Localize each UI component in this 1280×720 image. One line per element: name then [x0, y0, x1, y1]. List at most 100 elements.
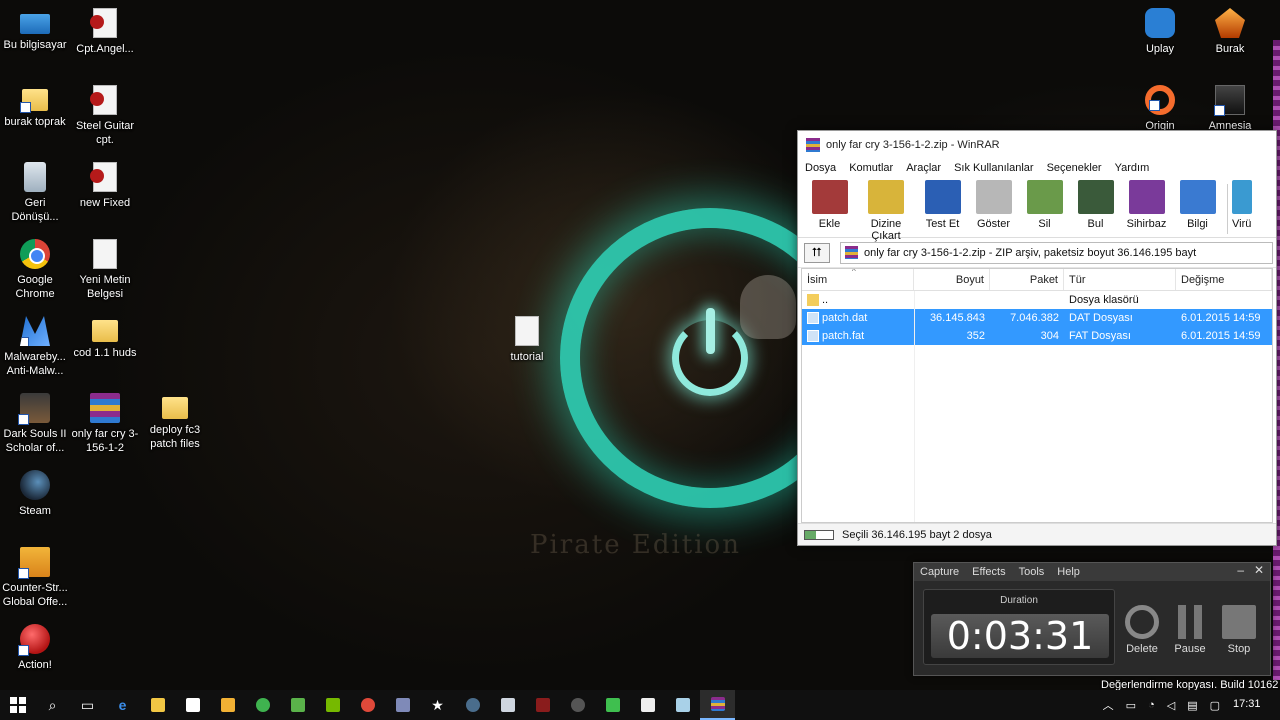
desktop-icon-action[interactable]: Action!: [0, 624, 70, 672]
taskbar-steam[interactable]: [455, 690, 490, 720]
desktop-icon-cod-huds[interactable]: cod 1.1 huds: [70, 316, 140, 360]
toolbar-test-button[interactable]: Test Et: [917, 180, 968, 230]
taskbar-nvidia[interactable]: [315, 690, 350, 720]
desktop-icon-malwarebytes[interactable]: Malwareby... Anti-Malw...: [0, 316, 70, 378]
taskbar-notepad[interactable]: [280, 690, 315, 720]
toolbar-virus-button[interactable]: Virü: [1232, 180, 1262, 230]
taskbar-clock[interactable]: 17:31: [1233, 698, 1261, 710]
close-icon[interactable]: ✕: [1254, 563, 1264, 577]
folder-icon: [150, 698, 165, 712]
taskbar-drum-app[interactable]: [595, 690, 630, 720]
taskbar-edge[interactable]: e: [105, 690, 140, 720]
taskbar-app-green[interactable]: [245, 690, 280, 720]
tray-keyboard-icon[interactable]: ▤: [1187, 699, 1197, 712]
desktop-icon-csgo[interactable]: Counter-Str... Global Offe...: [0, 547, 70, 609]
menu-help[interactable]: Help: [1057, 566, 1080, 578]
stop-icon: [1222, 605, 1256, 639]
desktop-icon-tutorial[interactable]: tutorial: [492, 316, 562, 364]
desktop-icon-new-fixed[interactable]: new Fixed: [70, 162, 140, 210]
up-folder-button[interactable]: ⮅: [804, 242, 830, 263]
archive-path-field[interactable]: only far cry 3-156-1-2.zip - ZIP arşiv, …: [840, 241, 1273, 264]
menu-secenekler[interactable]: Seçenekler: [1047, 162, 1102, 174]
desktop-icon-this-pc[interactable]: Bu bilgisayar: [0, 8, 70, 52]
desktop-icon-far-cry-archive[interactable]: only far cry 3-156-1-2: [70, 393, 140, 455]
toolbar-view-button[interactable]: Göster: [968, 180, 1019, 230]
tray-volume-icon[interactable]: ◁: [1167, 699, 1175, 712]
drum-icon: [605, 698, 620, 712]
desktop-icon-deploy-fc3[interactable]: deploy fc3 patch files: [140, 393, 210, 451]
folder-icon: [807, 294, 819, 306]
menu-tools[interactable]: Tools: [1019, 566, 1045, 578]
file-row-patch-dat[interactable]: patch.dat 36.145.843 7.046.382 DAT Dosya…: [802, 309, 1272, 327]
desktop-icon-uplay[interactable]: Uplay: [1125, 8, 1195, 56]
desktop-icon-origin[interactable]: Origin: [1125, 85, 1195, 133]
tray-network-icon[interactable]: ◔: [1148, 699, 1155, 711]
menu-dosya[interactable]: Dosya: [805, 162, 836, 174]
menu-komutlar[interactable]: Komutlar: [849, 162, 893, 174]
file-list[interactable]: ^ İsim Boyut Paket Tür Değişme .. Dosya …: [801, 268, 1273, 523]
desktop-icon-steam[interactable]: Steam: [0, 470, 70, 518]
menu-araclar[interactable]: Araçlar: [906, 162, 941, 174]
column-header-packed[interactable]: Paket: [990, 269, 1064, 290]
taskbar-notepad2[interactable]: [665, 690, 700, 720]
taskbar-file-explorer[interactable]: [140, 690, 175, 720]
tray-chevron-up-icon[interactable]: ︿: [1103, 697, 1114, 713]
taskbar-search[interactable]: ⌕: [35, 690, 70, 720]
column-header-size[interactable]: Boyut: [914, 269, 990, 290]
text-file-icon: [515, 316, 539, 346]
desktop-icon-burak[interactable]: Burak: [1195, 8, 1265, 56]
taskbar-store[interactable]: [175, 690, 210, 720]
toolbar-delete-button[interactable]: Sil: [1019, 180, 1070, 230]
desktop-icon-cpt-angel[interactable]: Cpt.Angel...: [70, 8, 140, 56]
desktop-icon-recycle-bin[interactable]: Geri Dönüşü...: [0, 162, 70, 224]
minimize-icon[interactable]: –: [1237, 563, 1244, 577]
toolbar-add-button[interactable]: Ekle: [804, 180, 855, 230]
file-row-patch-fat[interactable]: patch.fat 352 304 FAT Dosyası 6.01.2015 …: [802, 327, 1272, 345]
column-header-modified[interactable]: Değişme: [1176, 269, 1272, 290]
toolbar-wizard-button[interactable]: Sihirbaz: [1121, 180, 1172, 230]
desktop-icon-yeni-metin-belgesi[interactable]: Yeni Metin Belgesi: [70, 239, 140, 301]
desktop-icon-steel-guitar[interactable]: Steel Guitar cpt.: [70, 85, 140, 147]
taskbar-document[interactable]: [385, 690, 420, 720]
desktop-icon-google-chrome[interactable]: Google Chrome: [0, 239, 70, 301]
taskbar-gear-app[interactable]: [560, 690, 595, 720]
duration-panel: Duration 0:03:31: [923, 589, 1115, 665]
taskbar-task-view[interactable]: ▭: [70, 690, 105, 720]
column-header-name[interactable]: İsim: [802, 269, 914, 290]
start-button[interactable]: [0, 690, 35, 720]
winrar-icon: [806, 137, 820, 152]
stop-button[interactable]: Stop: [1217, 605, 1261, 655]
toolbar-find-button[interactable]: Bul: [1070, 180, 1121, 230]
tray-notification-icon[interactable]: ▢: [1210, 699, 1220, 712]
winrar-window[interactable]: only far cry 3-156-1-2.zip - WinRAR Dosy…: [797, 130, 1277, 546]
taskbar-assassins-creed[interactable]: [525, 690, 560, 720]
winrar-icon: [710, 697, 725, 711]
taskbar-winrar[interactable]: [700, 690, 735, 720]
csgo-icon: [18, 547, 50, 579]
desktop-icon-burak-toprak[interactable]: burak toprak: [0, 85, 70, 129]
toolbar-info-button[interactable]: Bilgi: [1172, 180, 1223, 230]
desktop-icon-dark-souls[interactable]: Dark Souls II Scholar of...: [0, 393, 70, 455]
column-header-type[interactable]: Tür: [1064, 269, 1176, 290]
screen-recorder-widget[interactable]: Capture Effects Tools Help – ✕ Duration …: [913, 562, 1271, 676]
menu-effects[interactable]: Effects: [972, 566, 1005, 578]
pause-button[interactable]: Pause: [1168, 605, 1212, 655]
menu-sik-kullanilanlar[interactable]: Sık Kullanılanlar: [954, 162, 1034, 174]
menu-capture[interactable]: Capture: [920, 566, 959, 578]
taskbar-c-app[interactable]: [630, 690, 665, 720]
delete-button[interactable]: Delete: [1120, 605, 1164, 655]
file-row-parent[interactable]: .. Dosya klasörü: [802, 291, 1272, 309]
toolbar-extract-button[interactable]: Dizine Çıkart: [855, 180, 917, 242]
user-folder-icon: [20, 89, 48, 113]
taskbar-chrome[interactable]: [350, 690, 385, 720]
desktop-icon-amnesia[interactable]: Amnesia: [1195, 85, 1265, 133]
taskbar-star-app[interactable]: ★: [420, 690, 455, 720]
taskbar-window-app[interactable]: [490, 690, 525, 720]
virus-scan-icon: [1232, 180, 1252, 214]
tray-battery-icon[interactable]: ▭: [1126, 699, 1136, 712]
action-recorder-icon: [18, 624, 50, 656]
search-icon: ⌕: [48, 696, 57, 713]
winrar-title-bar[interactable]: only far cry 3-156-1-2.zip - WinRAR: [798, 131, 1276, 158]
menu-yardim[interactable]: Yardım: [1115, 162, 1150, 174]
taskbar-media[interactable]: [210, 690, 245, 720]
